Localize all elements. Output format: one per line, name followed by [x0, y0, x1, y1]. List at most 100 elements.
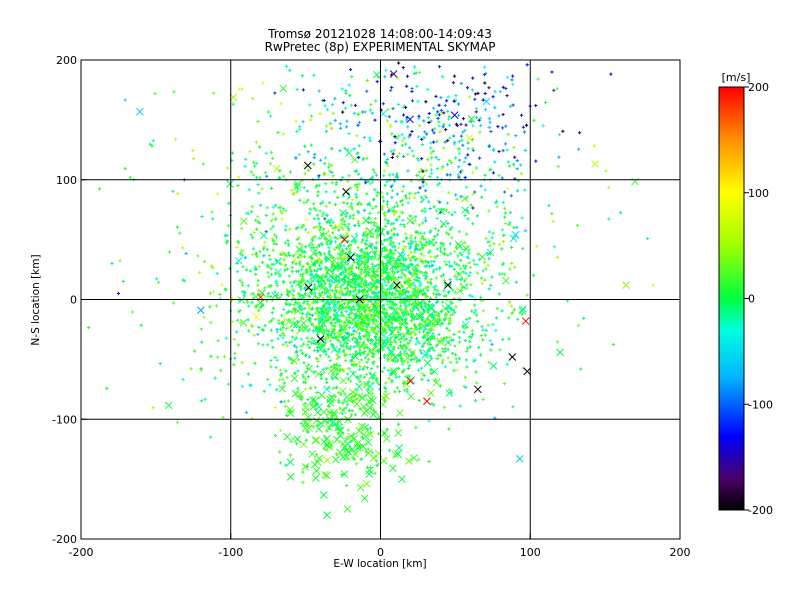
- data-point-plus: [218, 292, 222, 297]
- data-point-plus: [269, 227, 273, 231]
- data-point-plus: [369, 367, 374, 371]
- data-point-plus: [514, 134, 518, 138]
- data-point-plus: [520, 216, 524, 220]
- data-point-plus: [331, 324, 335, 328]
- data-point-plus: [404, 142, 408, 146]
- data-point-plus: [473, 399, 478, 403]
- data-point-plus: [209, 321, 213, 325]
- data-point-plus: [301, 480, 305, 484]
- data-point-plus: [308, 103, 312, 107]
- data-point-plus: [307, 346, 312, 350]
- data-point-cross: [290, 374, 299, 383]
- data-point-plus: [371, 235, 375, 239]
- data-point-plus: [327, 246, 331, 250]
- data-point-plus: [306, 375, 310, 379]
- data-point-plus: [263, 240, 267, 244]
- data-point-plus: [500, 176, 504, 180]
- data-point-plus: [513, 155, 517, 159]
- data-point-plus: [268, 114, 273, 118]
- data-point-plus: [281, 377, 285, 382]
- data-point-plus: [437, 332, 441, 337]
- data-point-plus: [415, 173, 419, 178]
- data-point-plus: [290, 335, 295, 339]
- data-point-plus: [426, 158, 430, 162]
- data-point-cross: [226, 179, 234, 188]
- data-point-cross: [465, 134, 474, 143]
- data-point-plus: [475, 214, 479, 218]
- data-point-plus: [250, 205, 254, 209]
- data-point-plus: [448, 158, 452, 163]
- data-point-plus: [452, 369, 456, 373]
- data-point-plus: [400, 189, 405, 194]
- data-point-cross: [301, 324, 310, 333]
- data-point-plus: [397, 242, 401, 246]
- data-point-plus: [480, 195, 484, 199]
- data-point-plus: [372, 197, 376, 201]
- data-point-plus: [315, 345, 320, 350]
- data-point-plus: [339, 285, 343, 289]
- data-point-plus: [296, 369, 300, 373]
- data-point-plus: [268, 162, 273, 166]
- data-point-plus: [534, 159, 538, 163]
- data-point-plus: [302, 201, 306, 205]
- data-point-plus: [396, 422, 401, 426]
- data-point-plus: [353, 103, 358, 107]
- data-point-plus: [487, 287, 491, 291]
- data-point-plus: [275, 284, 279, 288]
- data-point-plus: [486, 323, 490, 327]
- data-point-plus: [265, 247, 269, 251]
- data-point-cross: [502, 276, 510, 285]
- data-point-plus: [424, 219, 428, 223]
- data-points: [87, 61, 655, 520]
- data-point-plus: [297, 235, 301, 240]
- data-point-plus: [507, 337, 511, 341]
- data-point-plus: [414, 426, 418, 430]
- data-point-plus: [202, 259, 207, 264]
- data-point-plus: [282, 258, 286, 262]
- data-point-plus: [393, 390, 397, 394]
- data-point-plus: [303, 172, 307, 176]
- data-point-plus: [383, 183, 387, 187]
- data-point-plus: [442, 289, 446, 293]
- data-point-plus: [510, 261, 514, 265]
- data-point-plus: [428, 174, 432, 179]
- data-point-plus: [300, 275, 305, 279]
- data-point-plus: [148, 142, 152, 146]
- data-point-plus: [193, 349, 197, 353]
- data-point-plus: [365, 89, 369, 93]
- data-point-plus: [295, 129, 299, 134]
- data-point-plus: [494, 316, 498, 320]
- data-point-plus: [385, 180, 389, 184]
- data-point-plus: [334, 180, 339, 185]
- data-point-plus: [651, 283, 655, 287]
- data-point-plus: [238, 278, 242, 282]
- data-point-plus: [452, 249, 457, 254]
- data-point-plus: [248, 269, 253, 273]
- data-point-plus: [98, 187, 102, 191]
- data-point-plus: [438, 246, 443, 250]
- data-point-plus: [521, 125, 525, 129]
- data-point-plus: [309, 114, 314, 118]
- data-point-plus: [151, 406, 155, 410]
- data-point-plus: [281, 263, 285, 267]
- data-point-plus: [408, 191, 412, 195]
- data-point-plus: [312, 348, 317, 352]
- data-point-plus: [290, 310, 294, 314]
- data-point-plus: [521, 246, 525, 251]
- data-point-cross: [331, 372, 340, 381]
- data-point-plus: [395, 172, 399, 176]
- data-point-plus: [362, 340, 366, 344]
- data-point-plus: [174, 137, 178, 141]
- data-point-plus: [531, 273, 536, 277]
- data-point-plus: [356, 123, 360, 127]
- data-point-plus: [466, 141, 470, 145]
- data-point-plus: [259, 203, 263, 207]
- data-point-plus: [469, 203, 473, 207]
- data-point-plus: [212, 290, 216, 294]
- data-point-plus: [375, 269, 379, 273]
- data-point-plus: [434, 296, 438, 300]
- data-point-plus: [418, 310, 423, 314]
- data-point-plus: [474, 381, 479, 385]
- data-point-plus: [448, 173, 452, 177]
- data-point-plus: [299, 349, 303, 353]
